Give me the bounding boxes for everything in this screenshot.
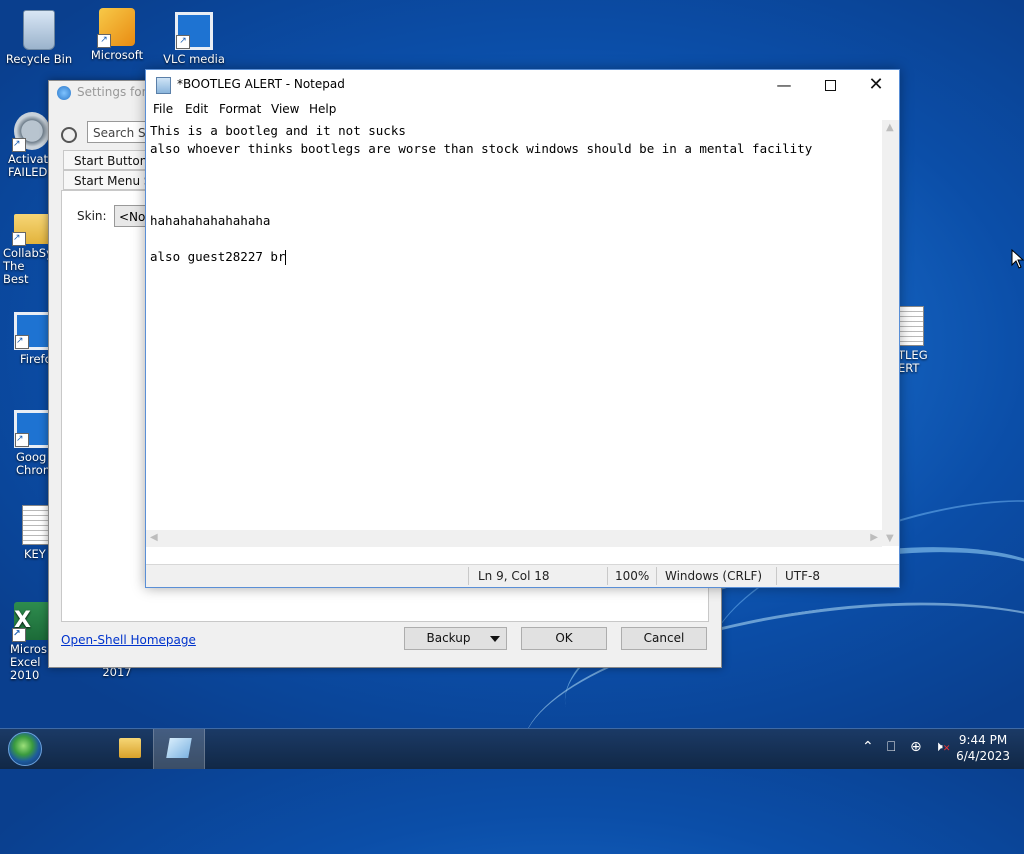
text-line — [150, 158, 882, 176]
taskbar: ⌃ ⎕ ⊕ 🕨✕ 9:44 PM 6/4/2023 — [0, 728, 1024, 769]
ok-button[interactable]: OK — [521, 627, 607, 650]
clock[interactable]: 9:44 PM 6/4/2023 — [956, 732, 1010, 764]
window-title: Settings for C — [57, 85, 159, 100]
notepad-window[interactable]: *BOOTLEG ALERT - Notepad — ✕ File Edit F… — [145, 69, 900, 588]
menu-view[interactable]: View — [271, 102, 299, 116]
text-line: This is a bootleg and it not sucks — [150, 123, 406, 138]
text-file-icon — [22, 505, 50, 545]
status-divider — [607, 567, 608, 585]
text-caret — [285, 250, 287, 265]
tab-start-button[interactable]: Start Button — [63, 150, 153, 170]
backup-label: Backup — [426, 631, 471, 645]
close-button[interactable]: ✕ — [853, 70, 899, 100]
notepad-icon — [156, 77, 171, 94]
skin-label: Skin: — [77, 209, 107, 223]
menu-help[interactable]: Help — [309, 102, 336, 116]
status-divider — [468, 567, 469, 585]
chevron-down-icon — [490, 636, 500, 642]
notepad-icon — [166, 738, 192, 758]
title-bar[interactable]: *BOOTLEG ALERT - Notepad — ✕ — [146, 70, 899, 100]
desktop-icon-label: Activat FAILED — [8, 152, 49, 179]
scroll-up-icon[interactable]: ▲ — [886, 122, 894, 133]
taskbar-notepad-button[interactable] — [153, 729, 205, 769]
open-shell-icon — [57, 85, 71, 100]
scroll-down-icon[interactable]: ▼ — [886, 533, 894, 544]
status-encoding: UTF-8 — [785, 569, 820, 583]
text-line: also whoever thinks bootlegs are worse t… — [150, 141, 813, 156]
tab-start-menu-style[interactable]: Start Menu St — [63, 170, 153, 190]
outlook-icon: ↗ — [97, 8, 135, 48]
status-divider — [776, 567, 777, 585]
show-hidden-icons-icon[interactable]: ⌃ — [862, 739, 874, 755]
desktop-icon-activation[interactable]: ↗ Activat FAILED — [0, 112, 50, 179]
excel-icon: X ↗ — [12, 602, 50, 642]
desktop-icon-label: Recycle Bin — [5, 52, 73, 66]
text-editor[interactable]: This is a bootleg and it not sucks also w… — [150, 122, 882, 546]
clock-date: 6/4/2023 — [956, 749, 1010, 763]
menu-bar: File Edit Format View Help — [146, 100, 899, 120]
start-button[interactable] — [8, 732, 42, 766]
text-file-icon — [896, 306, 924, 346]
text-line — [150, 194, 882, 212]
device-icon[interactable]: ⎕ — [887, 739, 895, 755]
status-position: Ln 9, Col 18 — [478, 569, 550, 583]
desktop-icon-label: Goog Chron — [16, 450, 51, 477]
clock-time: 9:44 PM — [958, 733, 1008, 747]
volume-muted-icon[interactable]: 🕨✕ — [934, 739, 950, 755]
folder-icon — [119, 738, 141, 758]
status-bar: Ln 9, Col 18 100% Windows (CRLF) UTF-8 — [146, 564, 899, 587]
text-line: also guest28227 br — [150, 249, 286, 264]
desktop-icon-label: Microsoft Outlook 20 — [85, 49, 148, 62]
cancel-button[interactable]: Cancel — [621, 627, 707, 650]
recycle-bin-icon — [23, 10, 55, 50]
maximize-button[interactable] — [807, 70, 853, 100]
desktop-icon-label: CollabSy The Best — [3, 246, 53, 286]
window-title: *BOOTLEG ALERT - Notepad — [177, 77, 345, 91]
status-divider — [656, 567, 657, 585]
firefox-icon: ↗ — [14, 312, 52, 350]
vertical-scrollbar[interactable]: ▲ ▼ — [882, 120, 899, 546]
minimize-button[interactable]: — — [761, 70, 807, 100]
menu-format[interactable]: Format — [219, 102, 261, 116]
desktop-icon-outlook[interactable]: ↗ Microsoft Outlook 20 — [80, 8, 154, 62]
text-line — [150, 176, 882, 194]
desktop-icon-firefox[interactable]: ↗ Firefo — [0, 312, 52, 366]
desktop-icon-collabsy[interactable]: ↗ CollabSy The Best — [0, 208, 53, 286]
text-line-current: also guest28227 br — [150, 248, 882, 266]
desktop-icon-key[interactable]: KEY — [0, 505, 50, 561]
text-line: hahahahahahahaha — [150, 213, 271, 228]
text-line — [150, 230, 882, 248]
desktop-icon-vlc[interactable]: ↗ VLC media — [157, 12, 231, 66]
scroll-left-icon[interactable]: ◀ — [150, 532, 158, 543]
desktop-icon-label: KEY — [24, 547, 46, 561]
desktop-icon-recycle-bin[interactable]: Recycle Bin — [2, 10, 76, 66]
gear-icon: ↗ — [12, 112, 50, 152]
desktop-icon-label: Firefo — [20, 352, 52, 366]
status-zoom: 100% — [615, 569, 650, 583]
network-globe-icon[interactable]: ⊕ — [910, 739, 922, 755]
menu-file[interactable]: File — [153, 102, 173, 116]
folder-icon: ↗ — [12, 214, 50, 246]
scroll-right-icon[interactable]: ▶ — [870, 532, 878, 543]
vlc-icon: ↗ — [175, 12, 213, 50]
chrome-icon: ↗ — [14, 410, 52, 448]
homepage-link[interactable]: Open-Shell Homepage — [61, 633, 196, 647]
mouse-cursor-icon — [1011, 249, 1024, 269]
taskbar-explorer-button[interactable] — [105, 729, 155, 769]
desktop-icon-label: VLC media — [163, 52, 225, 66]
backup-button[interactable]: Backup — [404, 627, 507, 650]
horizontal-scrollbar[interactable]: ◀ ▶ — [146, 530, 882, 547]
desktop-icon-chrome[interactable]: ↗ Goog Chron — [0, 410, 52, 477]
search-icon — [61, 127, 77, 143]
status-line-ending: Windows (CRLF) — [665, 569, 763, 583]
menu-edit[interactable]: Edit — [185, 102, 208, 116]
